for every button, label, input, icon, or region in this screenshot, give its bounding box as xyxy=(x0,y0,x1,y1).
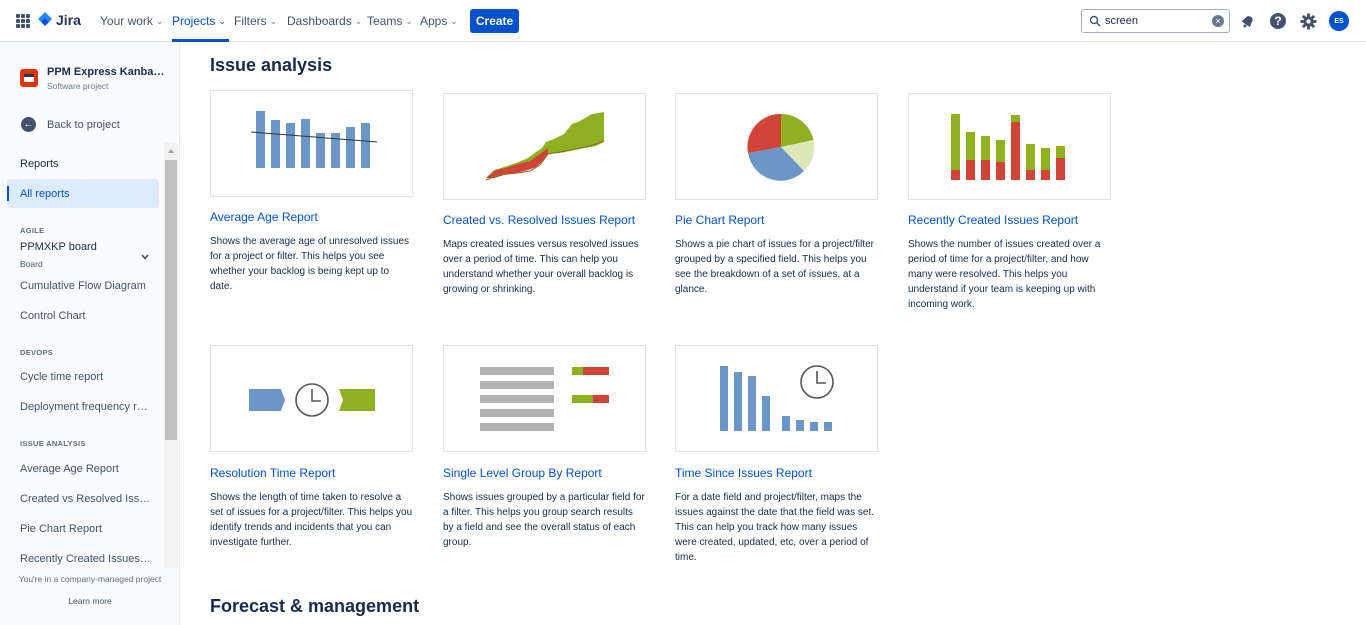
sidebar-item-cycle-time[interactable]: Cycle time report xyxy=(20,371,152,383)
project-header[interactable]: PPM Express Kanban Pr... Software projec… xyxy=(20,66,171,91)
chevron-down-icon: ⌄ xyxy=(269,15,278,26)
create-button[interactable]: Create xyxy=(470,9,519,33)
resolution-time-icon xyxy=(249,383,375,417)
pie-chart-thumbnail[interactable] xyxy=(675,93,878,200)
sidebar-item-pie-chart[interactable]: Pie Chart Report xyxy=(20,523,152,535)
nav-your-work[interactable]: Your work ⌄ xyxy=(100,0,163,42)
card-desc-single-level-group-by: Shows issues grouped by a particular fie… xyxy=(443,492,645,548)
group-by-icon xyxy=(480,367,609,431)
card-title-resolution-time[interactable]: Resolution Time Report xyxy=(210,466,335,480)
svg-text:?: ? xyxy=(1274,14,1281,28)
nav-your-work-label: Your work xyxy=(100,14,153,28)
nav-teams-label: Teams xyxy=(367,14,403,28)
nav-filters-label: Filters xyxy=(234,14,267,28)
time-since-issues-icon xyxy=(720,365,834,431)
project-avatar-icon xyxy=(20,69,38,87)
sidebar-board-name[interactable]: PPMXKP board xyxy=(20,241,152,253)
company-managed-note: You're in a company-managed project xyxy=(18,574,162,584)
project-name: PPM Express Kanban Pr... xyxy=(47,66,171,78)
pie-chart-icon xyxy=(747,113,815,181)
search-icon xyxy=(1089,15,1101,27)
nav-dashboards[interactable]: Dashboards ⌄ xyxy=(287,0,362,42)
card-title-time-since-issues[interactable]: Time Since Issues Report xyxy=(675,466,812,480)
app-switcher-icon[interactable] xyxy=(16,14,30,28)
clear-search-icon[interactable]: × xyxy=(1212,15,1224,27)
card-desc-created-vs-resolved: Maps created issues versus resolved issu… xyxy=(443,239,639,295)
card-desc-resolution-time: Shows the length of time taken to resolv… xyxy=(210,492,413,548)
project-type: Software project xyxy=(47,81,109,91)
card-title-recently-created[interactable]: Recently Created Issues Report xyxy=(908,213,1078,227)
sidebar-scrollbar[interactable] xyxy=(164,143,178,568)
average-age-chart-icon xyxy=(250,111,378,168)
sidebar-item-average-age[interactable]: Average Age Report xyxy=(20,463,152,475)
chevron-down-icon: ⌄ xyxy=(450,15,458,26)
sidebar: PPM Express Kanban Pr... Software projec… xyxy=(0,42,180,625)
scrollbar-thumb[interactable] xyxy=(165,160,177,440)
sidebar-item-deployment-frequency[interactable]: Deployment frequency re... xyxy=(20,401,152,413)
arrow-left-icon: ← xyxy=(21,117,36,132)
jira-logo[interactable]: Jira xyxy=(38,12,81,28)
jira-logo-icon xyxy=(38,12,52,26)
chevron-down-icon: ⌄ xyxy=(405,15,413,26)
sidebar-item-created-vs-resolved[interactable]: Created vs Resolved Issue... xyxy=(20,493,152,505)
nav-teams[interactable]: Teams ⌄ xyxy=(367,0,413,42)
section-title-forecast-management: Forecast & management xyxy=(210,596,420,616)
nav-filters[interactable]: Filters ⌄ xyxy=(234,0,277,42)
sidebar-item-recently-created[interactable]: Recently Created Issues Re... xyxy=(20,553,152,565)
back-to-project-label: Back to project xyxy=(47,118,120,131)
nav-apps[interactable]: Apps ⌄ xyxy=(420,0,458,42)
sidebar-reports-heading: Reports xyxy=(20,158,59,170)
card-desc-recently-created: Shows the number of issues created over … xyxy=(908,239,1101,310)
card-desc-average-age: Shows the average age of unresolved issu… xyxy=(210,236,410,292)
search-box[interactable]: × xyxy=(1081,9,1230,33)
user-avatar[interactable]: ES xyxy=(1329,11,1349,31)
recently-created-thumbnail[interactable] xyxy=(908,93,1111,200)
search-input[interactable] xyxy=(1105,15,1205,27)
chevron-down-icon: ⌄ xyxy=(155,15,164,26)
recently-created-chart-icon xyxy=(951,114,1065,180)
sidebar-board-type: Board xyxy=(20,259,43,269)
chevron-down-icon: ⌄ xyxy=(218,15,226,26)
time-since-issues-thumbnail[interactable] xyxy=(675,345,878,452)
single-level-group-by-thumbnail[interactable] xyxy=(443,345,646,452)
created-vs-resolved-chart-icon xyxy=(485,112,605,181)
sidebar-heading-issue-analysis: ISSUE ANALYSIS xyxy=(20,439,86,448)
created-vs-resolved-thumbnail[interactable] xyxy=(443,93,646,200)
card-desc-time-since-issues: For a date field and project/filter, map… xyxy=(675,492,875,563)
notifications-icon[interactable] xyxy=(1238,11,1258,31)
sidebar-report-list: Reports All reports AGILE PPMXKP board B… xyxy=(0,149,162,569)
nav-dashboards-label: Dashboards xyxy=(287,14,352,28)
chevron-down-icon[interactable] xyxy=(141,247,149,263)
resolution-time-thumbnail[interactable] xyxy=(210,345,413,452)
top-navigation: Jira Your work ⌄ Projects ⌄ Filters ⌄ Dashb… xyxy=(0,0,1366,42)
sidebar-heading-devops: DEVOPS xyxy=(20,348,54,357)
section-title-issue-analysis: Issue analysis xyxy=(210,55,333,75)
learn-more-link[interactable]: Learn more xyxy=(0,596,180,606)
card-desc-pie-chart: Shows a pie chart of issues for a projec… xyxy=(675,239,874,295)
chevron-down-icon: ⌄ xyxy=(354,15,363,26)
jira-logo-text: Jira xyxy=(56,12,81,28)
card-title-single-level-group-by[interactable]: Single Level Group By Report xyxy=(443,466,602,480)
sidebar-item-all-reports-label[interactable]: All reports xyxy=(20,188,152,200)
settings-gear-icon[interactable] xyxy=(1298,11,1318,31)
scroll-up-arrow-icon[interactable] xyxy=(168,149,174,153)
nav-projects-label: Projects xyxy=(172,14,216,28)
help-icon[interactable]: ? xyxy=(1268,11,1288,31)
card-title-average-age[interactable]: Average Age Report xyxy=(210,210,318,224)
sidebar-item-cumulative-flow[interactable]: Cumulative Flow Diagram xyxy=(20,280,152,292)
sidebar-item-control-chart[interactable]: Control Chart xyxy=(20,310,152,322)
nav-projects[interactable]: Projects ⌄ xyxy=(172,0,229,42)
card-title-pie-chart[interactable]: Pie Chart Report xyxy=(675,213,764,227)
sidebar-heading-agile: AGILE xyxy=(20,226,45,235)
average-age-thumbnail[interactable] xyxy=(210,90,413,197)
card-title-created-vs-resolved[interactable]: Created vs. Resolved Issues Report xyxy=(443,213,635,227)
sidebar-footer: You're in a company-managed project Lear… xyxy=(0,574,180,606)
nav-apps-label: Apps xyxy=(420,14,448,28)
back-to-project-link[interactable]: ← Back to project xyxy=(21,117,120,132)
